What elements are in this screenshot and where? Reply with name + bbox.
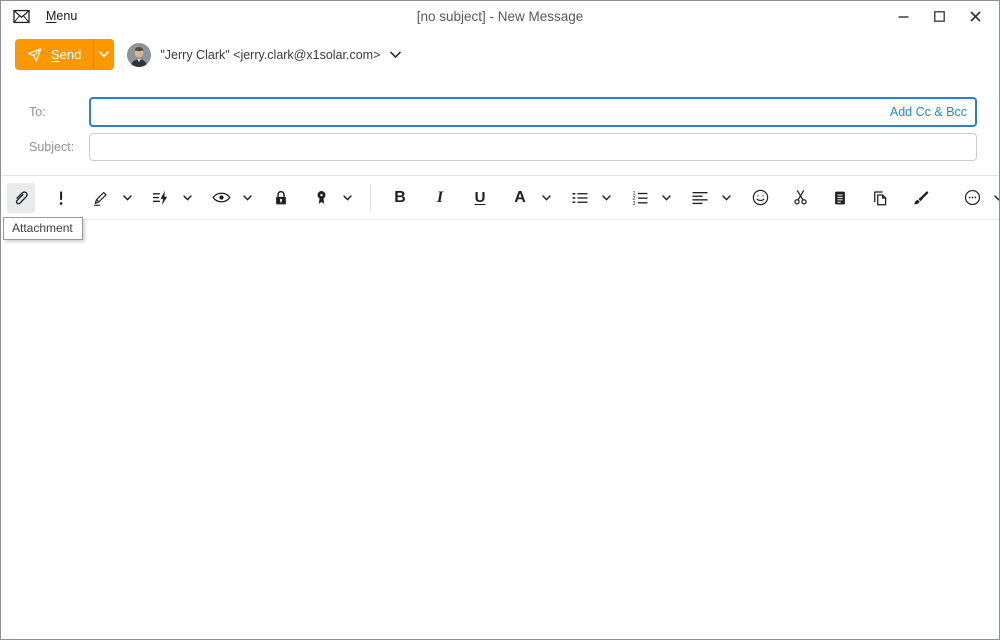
bullet-list-icon — [570, 188, 590, 208]
from-dropdown[interactable] — [390, 51, 401, 59]
send-plane-icon — [26, 46, 43, 63]
attachment-tooltip: Attachment — [3, 217, 83, 240]
menu-rest: enu — [56, 9, 77, 23]
compose-header: Send "Jerry Clark" <jerry.clark@x1solar.… — [1, 31, 999, 70]
quick-text-button[interactable] — [147, 183, 175, 213]
paperclip-icon — [11, 188, 31, 208]
send-button[interactable]: Send — [15, 39, 114, 70]
align-dropdown[interactable] — [718, 183, 734, 213]
encrypt-button[interactable] — [267, 183, 295, 213]
toolbar-separator — [370, 184, 371, 211]
quick-text-icon — [151, 188, 171, 208]
sign-certificate-dropdown[interactable] — [339, 183, 355, 213]
send-label: Send — [51, 47, 81, 62]
subject-input[interactable] — [89, 133, 977, 161]
message-body[interactable] — [1, 220, 999, 639]
titlebar: Menu [no subject] - New Message — [1, 1, 999, 31]
window-title: [no subject] - New Message — [1, 9, 999, 24]
underline-button[interactable]: U — [466, 183, 494, 213]
signature-button[interactable] — [87, 183, 115, 213]
numbered-list-button[interactable]: 1 2 3 — [626, 183, 654, 213]
send-dropdown[interactable] — [94, 51, 114, 58]
more-options-dropdown[interactable] — [990, 183, 1000, 213]
copy-button[interactable] — [866, 183, 894, 213]
watch-button[interactable] — [207, 183, 235, 213]
close-button[interactable] — [957, 1, 993, 31]
pen-icon — [91, 188, 111, 208]
address-fields: To: Add Cc & Bcc Subject: — [1, 97, 999, 161]
underline-glyph: U — [475, 189, 486, 206]
minimize-button[interactable] — [885, 1, 921, 31]
numbered-list-dropdown[interactable] — [658, 183, 674, 213]
subject-row: Subject: — [1, 133, 977, 161]
svg-text:3: 3 — [633, 200, 636, 206]
scissors-icon — [791, 188, 810, 207]
window-controls — [885, 1, 999, 31]
sign-certificate-button[interactable] — [307, 183, 335, 213]
font-color-dropdown[interactable] — [538, 183, 554, 213]
more-options-button[interactable] — [958, 183, 986, 213]
emoji-button[interactable] — [746, 183, 774, 213]
menu-accel: M — [46, 9, 56, 23]
new-message-window: Menu [no subject] - New Message — [0, 0, 1000, 640]
font-color-button[interactable]: A — [506, 183, 534, 213]
menu-button[interactable]: Menu — [46, 9, 77, 23]
cut-button[interactable] — [786, 183, 814, 213]
italic-glyph: I — [437, 189, 443, 207]
paintbrush-icon — [911, 188, 930, 207]
numbered-list-icon: 1 2 3 — [630, 188, 650, 208]
maximize-button[interactable] — [921, 1, 957, 31]
paste-icon — [831, 189, 849, 207]
bold-glyph: B — [394, 189, 406, 207]
signature-dropdown[interactable] — [119, 183, 135, 213]
more-options-icon — [963, 188, 982, 207]
copy-icon — [871, 189, 889, 207]
watch-dropdown[interactable] — [239, 183, 255, 213]
priority-button[interactable] — [47, 183, 75, 213]
align-button[interactable] — [686, 183, 714, 213]
bullet-list-button[interactable] — [566, 183, 594, 213]
align-icon — [690, 188, 710, 208]
envelope-icon — [12, 7, 31, 26]
font-color-glyph: A — [514, 189, 526, 207]
format-toolbar: B I U A — [1, 175, 999, 220]
lock-icon — [272, 189, 290, 207]
sender-avatar[interactable] — [127, 43, 151, 67]
quick-text-dropdown[interactable] — [179, 183, 195, 213]
to-input[interactable] — [89, 97, 977, 127]
to-row: To: Add Cc & Bcc — [1, 97, 977, 127]
italic-button[interactable]: I — [426, 183, 454, 213]
attachment-button[interactable] — [7, 183, 35, 213]
add-cc-bcc-link[interactable]: Add Cc & Bcc — [890, 97, 967, 127]
paste-button[interactable] — [826, 183, 854, 213]
format-painter-button[interactable] — [906, 183, 934, 213]
from-address[interactable]: "Jerry Clark" <jerry.clark@x1solar.com> — [160, 48, 380, 62]
bold-button[interactable]: B — [386, 183, 414, 213]
exclamation-icon — [51, 188, 71, 208]
to-label: To: — [1, 105, 89, 119]
smiley-icon — [751, 188, 770, 207]
seal-icon — [313, 189, 330, 206]
eye-icon — [211, 187, 232, 208]
subject-label: Subject: — [1, 140, 89, 154]
bullet-list-dropdown[interactable] — [598, 183, 614, 213]
